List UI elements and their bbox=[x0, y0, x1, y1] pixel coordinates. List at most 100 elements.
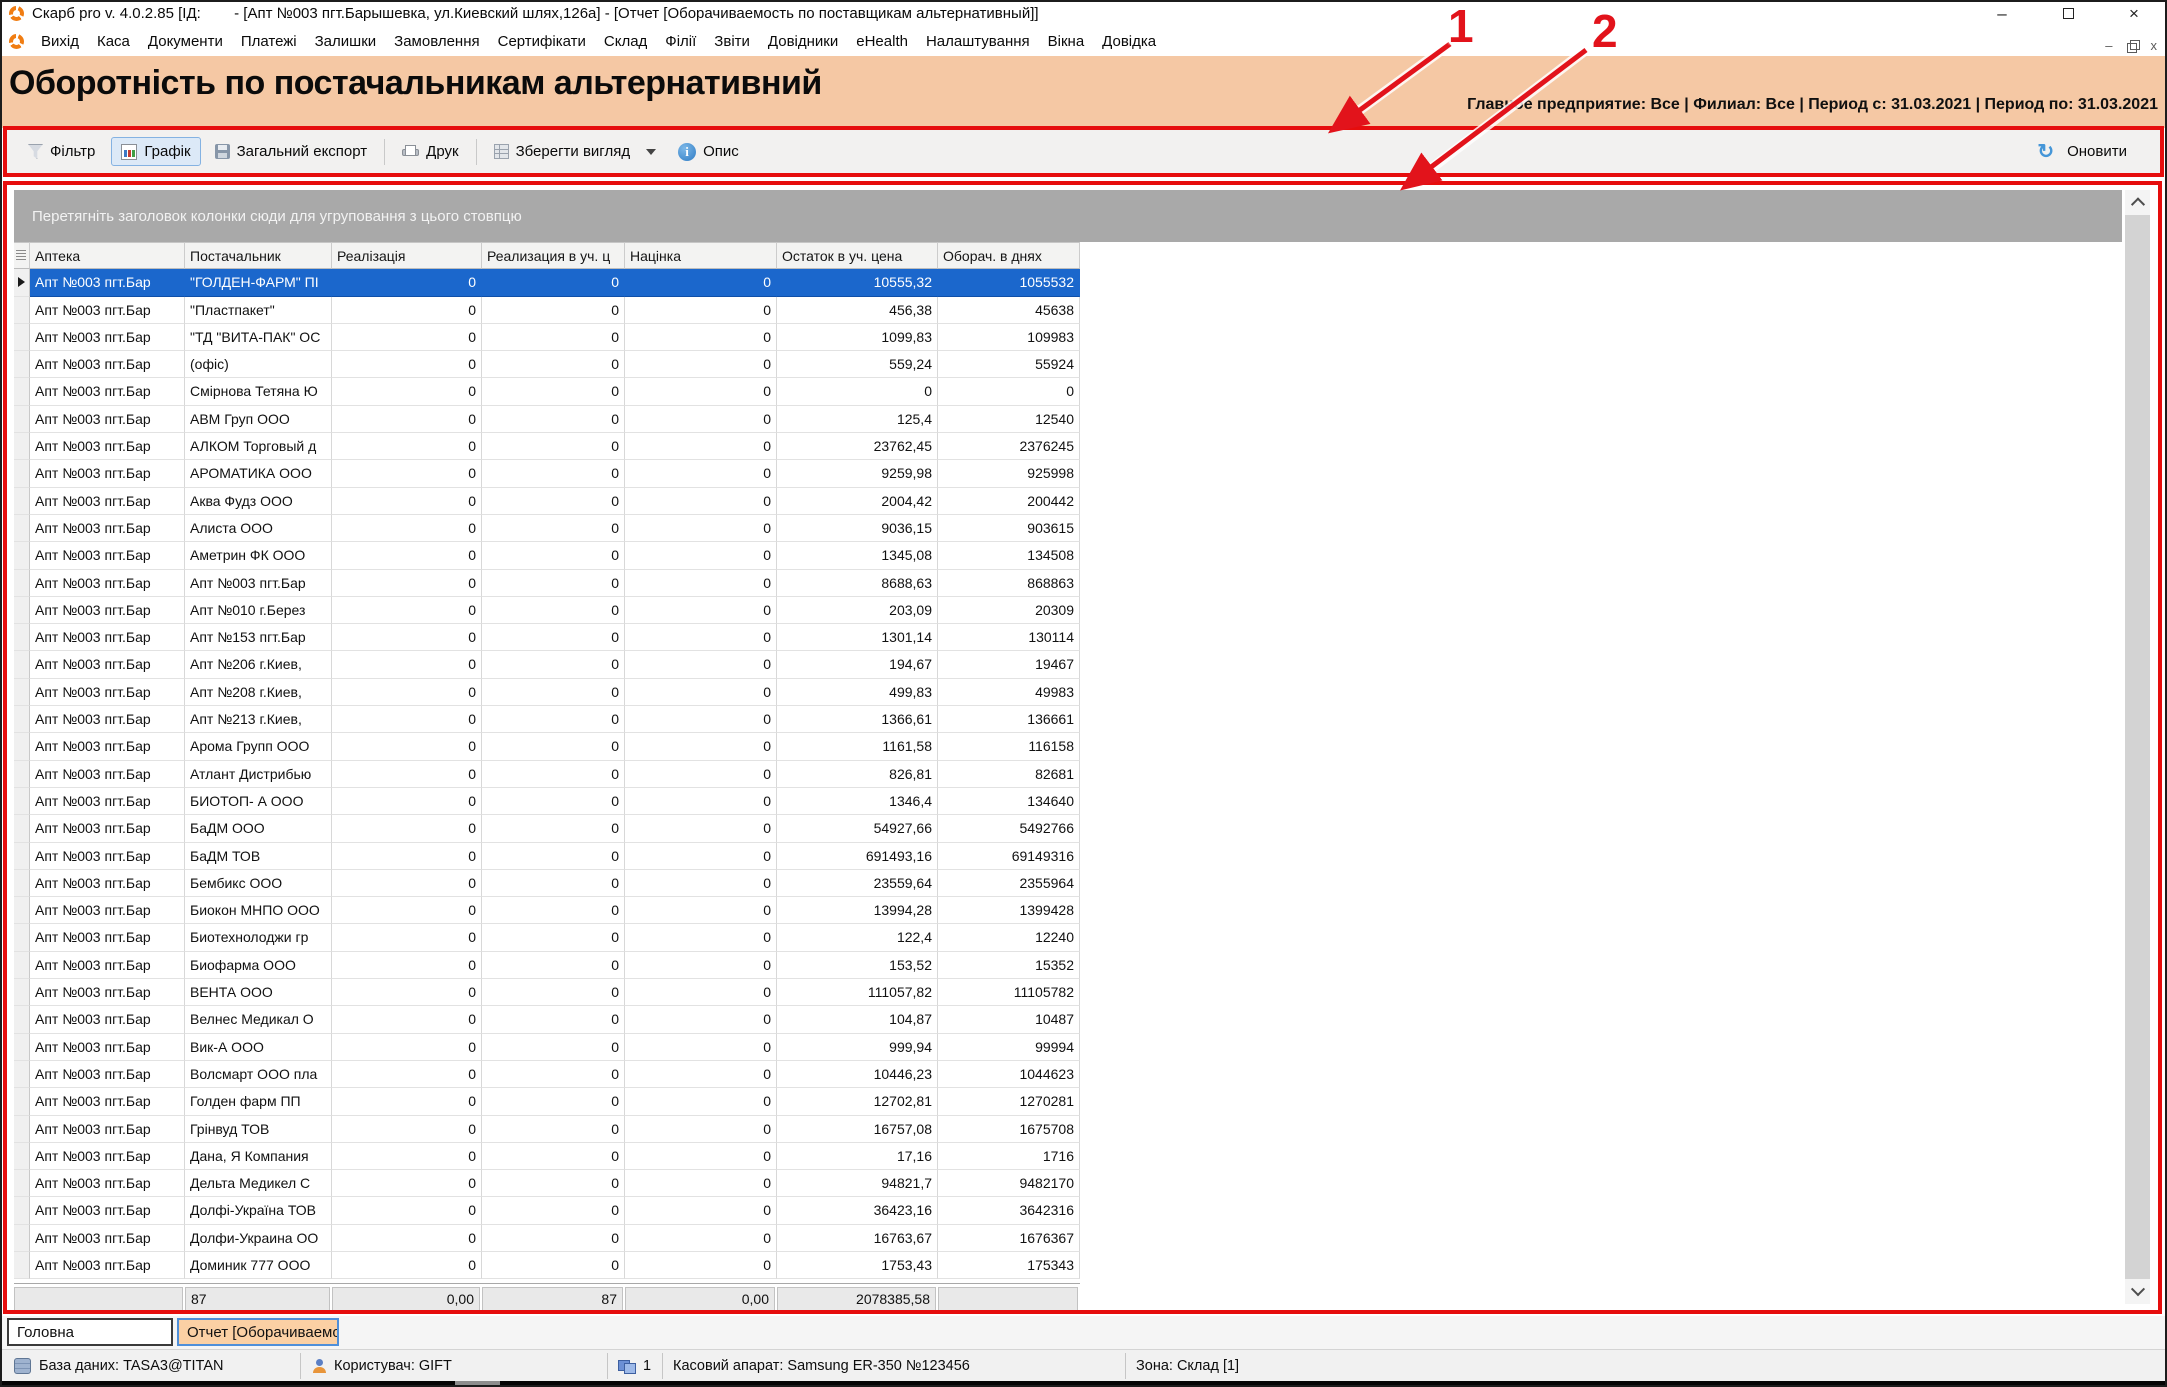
menu-item-довідники[interactable]: Довідники bbox=[759, 29, 847, 54]
cell: 12702,81 bbox=[777, 1088, 938, 1115]
table-row[interactable]: Апт №003 пгт.БарАпт №208 г.Киев,000499,8… bbox=[14, 679, 1080, 706]
cell: 94821,7 bbox=[777, 1170, 938, 1197]
tab-report[interactable]: Отчет [Оборачиваемо . bbox=[177, 1318, 339, 1346]
scroll-down-button[interactable] bbox=[2125, 1279, 2150, 1304]
cell: 136661 bbox=[938, 706, 1080, 733]
cell: Долфи-Украина ОО bbox=[185, 1225, 332, 1252]
cell: 0 bbox=[625, 733, 777, 760]
column-header-6[interactable]: Оборач. в днях bbox=[938, 242, 1080, 269]
mdi-restore-button[interactable] bbox=[2127, 43, 2137, 53]
mdi-minimize-button[interactable]: – bbox=[2105, 38, 2112, 53]
scroll-up-button[interactable] bbox=[2125, 190, 2150, 215]
menu-item-звіти[interactable]: Звіти bbox=[705, 29, 759, 54]
table-row[interactable]: Апт №003 пгт.БарБиотехнолоджи гр000122,4… bbox=[14, 924, 1080, 951]
menu-item-довідка[interactable]: Довідка bbox=[1093, 29, 1165, 54]
cell: Апт №003 пгт.Бар bbox=[30, 1197, 185, 1224]
row-indicator-cell bbox=[14, 952, 30, 979]
cell: Апт №003 пгт.Бар bbox=[30, 788, 185, 815]
table-row[interactable]: Апт №003 пгт.БарВик-А ООО000999,9499994 bbox=[14, 1034, 1080, 1061]
table-row[interactable]: Апт №003 пгт.БарАква Фудз ООО0002004,422… bbox=[14, 488, 1080, 515]
cell: 0 bbox=[625, 651, 777, 678]
table-row[interactable]: Апт №003 пгт.БарАлиста ООО0009036,159036… bbox=[14, 515, 1080, 542]
table-row[interactable]: Апт №003 пгт.Бар"ГОЛДЕН-ФАРМ" ПІ00010555… bbox=[14, 269, 1080, 296]
table-row[interactable]: Апт №003 пгт.БарБиокон МНПО ООО00013994,… bbox=[14, 897, 1080, 924]
chart-button[interactable]: Графік bbox=[111, 137, 200, 166]
group-by-panel[interactable]: Перетягніть заголовок колонки сюди для у… bbox=[14, 190, 2122, 242]
table-row[interactable]: Апт №003 пгт.БарСмірнова Тетяна Ю00000 bbox=[14, 378, 1080, 405]
table-row[interactable]: Апт №003 пгт.БарАрома Групп ООО0001161,5… bbox=[14, 733, 1080, 760]
table-row[interactable]: Апт №003 пгт.БарАметрин ФК ООО0001345,08… bbox=[14, 542, 1080, 569]
description-button[interactable]: i Опис bbox=[668, 137, 749, 167]
table-row[interactable]: Апт №003 пгт.БарАтлант Дистрибью000826,8… bbox=[14, 761, 1080, 788]
table-row[interactable]: Апт №003 пгт.БарДолфі-Україна ТОВ0003642… bbox=[14, 1197, 1080, 1224]
database-icon bbox=[14, 1358, 31, 1374]
table-row[interactable]: Апт №003 пгт.БарАпт №206 г.Киев,000194,6… bbox=[14, 651, 1080, 678]
grid-header-row: АптекаПостачальникРеалізаціяРеализация в… bbox=[14, 242, 1080, 269]
menu-item-документи[interactable]: Документи bbox=[139, 29, 232, 54]
table-row[interactable]: Апт №003 пгт.БарБиофарма ООО000153,52153… bbox=[14, 952, 1080, 979]
table-row[interactable]: Апт №003 пгт.БарДельта Медикел С00094821… bbox=[14, 1170, 1080, 1197]
menu-item-вікна[interactable]: Вікна bbox=[1039, 29, 1094, 54]
menu-item-платежі[interactable]: Платежі bbox=[232, 29, 306, 54]
table-row[interactable]: Апт №003 пгт.БарВелнес Медикал О000104,8… bbox=[14, 1006, 1080, 1033]
table-row[interactable]: Апт №003 пгт.БарДана, Я Компания00017,16… bbox=[14, 1143, 1080, 1170]
table-row[interactable]: Апт №003 пгт.БарАРОМАТИКА ООО0009259,989… bbox=[14, 460, 1080, 487]
mdi-close-button[interactable]: x bbox=[2151, 38, 2158, 53]
save-view-button[interactable]: Зберегти вигляд bbox=[484, 137, 641, 166]
table-row[interactable]: Апт №003 пгт.Бар"ТД "ВИТА-ПАК" ОС0001099… bbox=[14, 324, 1080, 351]
restore-button[interactable] bbox=[2035, 0, 2101, 27]
cell: 0 bbox=[625, 815, 777, 842]
menu-item-вихід[interactable]: Вихід bbox=[32, 29, 88, 54]
column-header-3[interactable]: Реализация в уч. ц bbox=[482, 242, 625, 269]
table-row[interactable]: Апт №003 пгт.БарДоминик 777 ООО0001753,4… bbox=[14, 1252, 1080, 1279]
menu-item-налаштування[interactable]: Налаштування bbox=[917, 29, 1039, 54]
print-button[interactable]: Друк bbox=[392, 137, 468, 166]
table-row[interactable]: Апт №003 пгт.БарАпт №003 пгт.Бар0008688,… bbox=[14, 570, 1080, 597]
table-row[interactable]: Апт №003 пгт.БарАЛКОМ Торговый д00023762… bbox=[14, 433, 1080, 460]
menu-item-сертифікати[interactable]: Сертифікати bbox=[489, 29, 595, 54]
column-header-0[interactable]: Аптека bbox=[30, 242, 185, 269]
cell: 203,09 bbox=[777, 597, 938, 624]
table-row[interactable]: Апт №003 пгт.БарГрінвуд ТОВ00016757,0816… bbox=[14, 1116, 1080, 1143]
cell: 456,38 bbox=[777, 297, 938, 324]
cell: 0 bbox=[938, 378, 1080, 405]
table-row[interactable]: Апт №003 пгт.БарГолден фарм ПП00012702,8… bbox=[14, 1088, 1080, 1115]
filter-button[interactable]: Фільтр bbox=[18, 137, 105, 166]
table-row[interactable]: Апт №003 пгт.БарАпт №153 пгт.Бар0001301,… bbox=[14, 624, 1080, 651]
table-row[interactable]: Апт №003 пгт.БарБембикс ООО00023559,6423… bbox=[14, 870, 1080, 897]
cell: Аква Фудз ООО bbox=[185, 488, 332, 515]
table-row[interactable]: Апт №003 пгт.БарАВМ Груп ООО000125,41254… bbox=[14, 406, 1080, 433]
table-row[interactable]: Апт №003 пгт.БарВолсмарт ООО пла00010446… bbox=[14, 1061, 1080, 1088]
cell: 0 bbox=[332, 378, 482, 405]
refresh-button[interactable]: ↻ Оновити bbox=[2027, 137, 2137, 166]
cell: 0 bbox=[482, 870, 625, 897]
column-header-4[interactable]: Націнка bbox=[625, 242, 777, 269]
table-row[interactable]: Апт №003 пгт.БарВЕНТА ООО000111057,82111… bbox=[14, 979, 1080, 1006]
summary-cell: 87 bbox=[482, 1287, 623, 1312]
column-header-2[interactable]: Реалізація bbox=[332, 242, 482, 269]
vertical-scrollbar[interactable] bbox=[2125, 190, 2150, 1304]
table-row[interactable]: Апт №003 пгт.БарБИОТОП- А ООО0001346,413… bbox=[14, 788, 1080, 815]
close-button[interactable]: × bbox=[2101, 0, 2167, 27]
cell: 0 bbox=[332, 406, 482, 433]
export-button[interactable]: Загальний експорт bbox=[205, 137, 378, 166]
minimize-button[interactable]: – bbox=[1969, 0, 2035, 27]
table-row[interactable]: Апт №003 пгт.Бар"Пластпакет"000456,38456… bbox=[14, 297, 1080, 324]
table-row[interactable]: Апт №003 пгт.БарДолфи-Украина ОО00016763… bbox=[14, 1225, 1080, 1252]
column-header-5[interactable]: Остаток в уч. цена bbox=[777, 242, 938, 269]
table-row[interactable]: Апт №003 пгт.БарАпт №010 г.Берез000203,0… bbox=[14, 597, 1080, 624]
save-view-dropdown-caret-icon[interactable] bbox=[646, 149, 656, 155]
menu-item-ehealth[interactable]: eHealth bbox=[847, 29, 917, 54]
table-row[interactable]: Апт №003 пгт.БарАпт №213 г.Киев,0001366,… bbox=[14, 706, 1080, 733]
column-header-1[interactable]: Постачальник bbox=[185, 242, 332, 269]
cell: Апт №003 пгт.Бар bbox=[30, 1170, 185, 1197]
table-row[interactable]: Апт №003 пгт.БарБаДМ ТОВ000691493,166914… bbox=[14, 843, 1080, 870]
menu-item-каса[interactable]: Каса bbox=[88, 29, 139, 54]
menu-item-філії[interactable]: Філії bbox=[656, 29, 705, 54]
table-row[interactable]: Апт №003 пгт.БарБаДМ ООО00054927,6654927… bbox=[14, 815, 1080, 842]
table-row[interactable]: Апт №003 пгт.Бар(офіс)000559,2455924 bbox=[14, 351, 1080, 378]
menu-item-замовлення[interactable]: Замовлення bbox=[385, 29, 488, 54]
menu-item-склад[interactable]: Склад bbox=[595, 29, 656, 54]
tab-home[interactable]: Головна bbox=[7, 1318, 173, 1346]
menu-item-залишки[interactable]: Залишки bbox=[306, 29, 386, 54]
